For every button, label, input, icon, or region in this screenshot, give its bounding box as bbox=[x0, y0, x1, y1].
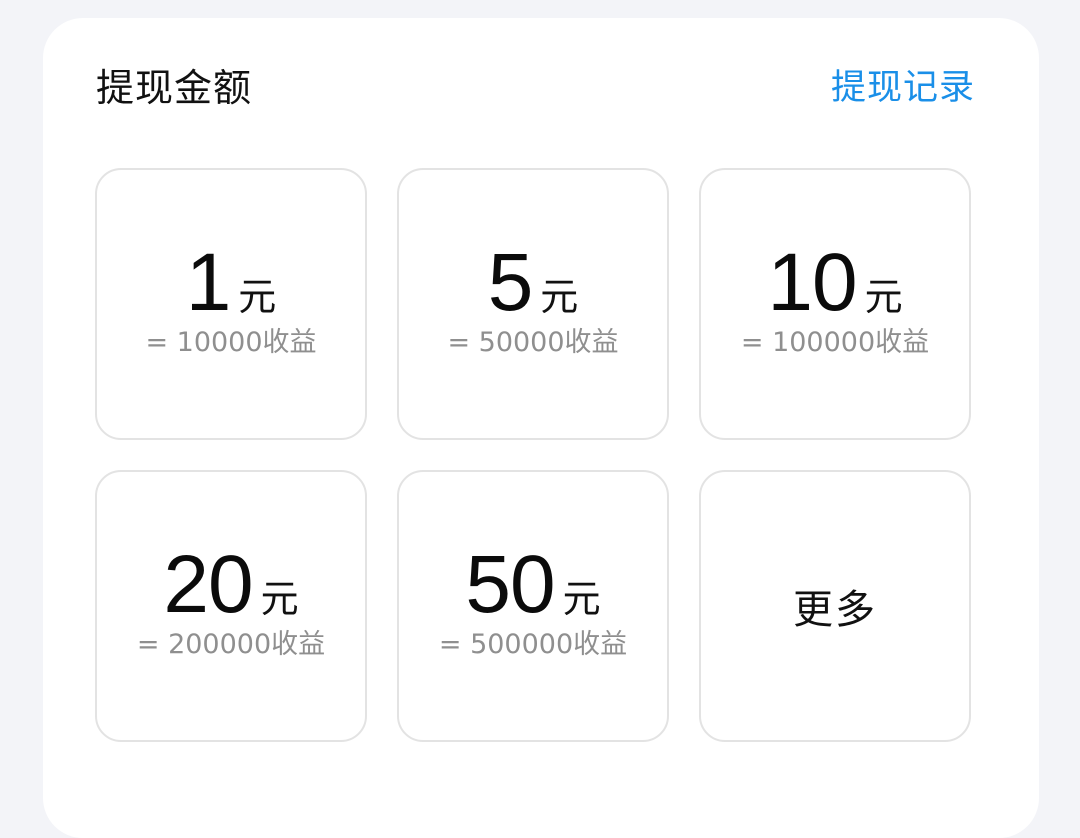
amount-line: 5 元 bbox=[488, 241, 579, 325]
amount-unit: 元 bbox=[260, 577, 299, 621]
amount-line: 1 元 bbox=[186, 241, 277, 325]
amount-unit: 元 bbox=[540, 275, 579, 319]
amount-option-50[interactable]: 50 元 = 500000收益 bbox=[397, 470, 669, 742]
section-title: 提现金额 bbox=[96, 66, 253, 110]
amount-value: 20 bbox=[163, 539, 253, 630]
amount-equivalent: = 50000收益 bbox=[447, 327, 619, 358]
amount-equivalent: = 500000收益 bbox=[438, 629, 628, 660]
amount-equivalent: = 200000收益 bbox=[136, 629, 326, 660]
amount-value: 5 bbox=[487, 237, 534, 328]
amount-unit: 元 bbox=[238, 275, 277, 319]
amount-option-20[interactable]: 20 元 = 200000收益 bbox=[95, 470, 367, 742]
amount-line: 50 元 bbox=[465, 543, 600, 627]
amount-option-10[interactable]: 10 元 = 100000收益 bbox=[699, 168, 971, 440]
amount-equivalent: = 10000收益 bbox=[145, 327, 317, 358]
more-amounts-button[interactable]: 更多 bbox=[699, 470, 971, 742]
amount-unit: 元 bbox=[562, 577, 601, 621]
amount-equivalent: = 100000收益 bbox=[740, 327, 930, 358]
amount-unit: 元 bbox=[864, 275, 903, 319]
amount-value: 10 bbox=[767, 237, 857, 328]
amount-line: 10 元 bbox=[767, 241, 902, 325]
amount-value: 1 bbox=[185, 237, 232, 328]
more-label: 更多 bbox=[793, 587, 877, 633]
amount-line: 20 元 bbox=[163, 543, 298, 627]
withdraw-amount-card: 提现金额 提现记录 1 元 = 10000收益 5 元 = 50000收益 10… bbox=[43, 18, 1039, 838]
amount-value: 50 bbox=[465, 539, 555, 630]
withdraw-record-link[interactable]: 提现记录 bbox=[831, 66, 975, 110]
amount-options-grid: 1 元 = 10000收益 5 元 = 50000收益 10 元 = 10000… bbox=[95, 168, 971, 742]
amount-option-1[interactable]: 1 元 = 10000收益 bbox=[95, 168, 367, 440]
amount-option-5[interactable]: 5 元 = 50000收益 bbox=[397, 168, 669, 440]
